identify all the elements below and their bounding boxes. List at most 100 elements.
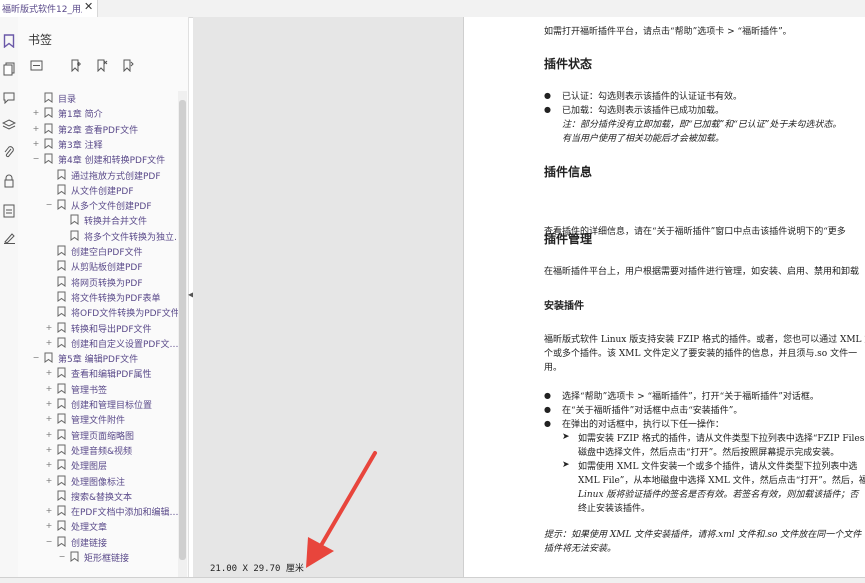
bookmark-label[interactable]: 转换和导出PDF文件 <box>71 322 152 335</box>
bookmark-item[interactable]: + 查看和编辑PDF属性 <box>18 366 178 381</box>
bookmark-item[interactable]: + 处理文章 <box>18 519 178 534</box>
bookmark-label[interactable]: 创建链接 <box>71 536 107 549</box>
bookmark-label[interactable]: 处理音频&视频 <box>71 444 132 457</box>
bookmark-item[interactable]: + 第1章 简介 <box>18 106 178 121</box>
bookmark-item[interactable]: 从文件创建PDF <box>18 183 178 198</box>
bookmark-item[interactable]: 将文件转换为PDF表单 <box>18 290 178 305</box>
bookmark-item[interactable]: + 管理书签 <box>18 382 178 397</box>
bookmark-label[interactable]: 管理页面缩略图 <box>71 429 134 442</box>
expand-icon[interactable]: + <box>45 400 53 408</box>
page-thumbnails-icon[interactable] <box>1 61 17 77</box>
bookmark-item[interactable]: − 第4章 创建和转换PDF文件 <box>18 152 178 167</box>
bookmark-label[interactable]: 处理图层 <box>71 459 107 472</box>
bookmark-label[interactable]: 将OFD文件转换为PDF文件 <box>71 306 178 319</box>
bookmark-item[interactable]: − 创建链接 <box>18 535 178 550</box>
bookmark-label[interactable]: 管理书签 <box>71 383 107 396</box>
bookmark-label[interactable]: 第1章 简介 <box>58 107 103 120</box>
bookmark-label[interactable]: 第3章 注释 <box>58 138 103 151</box>
security-lock-icon[interactable] <box>1 173 17 189</box>
attachments-icon[interactable] <box>1 145 17 161</box>
expand-bookmark-icon[interactable] <box>120 57 136 73</box>
expand-icon[interactable]: + <box>32 139 40 148</box>
expand-icon[interactable]: + <box>45 323 53 332</box>
document-tab-title[interactable]: 福昕版式软件12_用户… <box>2 2 82 15</box>
bookmark-label[interactable]: 在PDF文档中添加和编辑… <box>71 505 178 518</box>
bookmark-label[interactable]: 创建空白PDF文件 <box>71 245 143 258</box>
bookmark-item[interactable]: − 第5章 编辑PDF文件 <box>18 351 178 366</box>
comments-icon[interactable] <box>1 89 17 105</box>
bookmark-item[interactable]: 将OFD文件转换为PDF文件 <box>18 305 178 320</box>
collapse-icon[interactable]: − <box>32 155 40 163</box>
bookmark-label[interactable]: 转换并合并文件 <box>84 214 147 227</box>
add-bookmark-icon[interactable] <box>68 57 84 73</box>
bookmark-label[interactable]: 搜索&替换文本 <box>71 490 132 503</box>
bookmark-item[interactable]: + 第2章 查看PDF文件 <box>18 122 178 137</box>
bookmark-item[interactable]: 将多个文件转换为独立… <box>18 229 178 244</box>
bookmark-item[interactable]: 创建空白PDF文件 <box>18 244 178 259</box>
bookmark-label[interactable]: 第2章 查看PDF文件 <box>58 123 138 136</box>
collapse-icon[interactable]: − <box>45 201 53 209</box>
collapse-icon[interactable]: − <box>45 537 53 546</box>
bookmark-item[interactable]: + 创建和自定义设置PDF文… <box>18 336 178 351</box>
bookmark-label[interactable]: 创建和管理目标位置 <box>71 398 152 411</box>
bookmark-item[interactable]: + 处理音频&视频 <box>18 443 178 458</box>
bookmark-item[interactable]: + 转换和导出PDF文件 <box>18 321 178 336</box>
bookmark-label[interactable]: 矩形框链接 <box>84 551 129 564</box>
expand-icon[interactable]: + <box>45 522 53 530</box>
bookmark-label[interactable]: 从多个文件创建PDF <box>71 199 152 212</box>
bookmark-panel-icon[interactable] <box>1 33 17 49</box>
collapse-icon[interactable]: − <box>32 354 40 362</box>
bookmark-item[interactable]: 从剪贴板创建PDF <box>18 259 178 274</box>
bookmark-item[interactable]: + 第3章 注释 <box>18 137 178 152</box>
bookmark-item[interactable]: 通过拖放方式创建PDF <box>18 168 178 183</box>
expand-icon[interactable]: + <box>45 338 53 347</box>
bookmark-label[interactable]: 从剪贴板创建PDF <box>71 260 143 273</box>
bookmark-item[interactable]: 目录 <box>18 91 178 106</box>
bookmark-label[interactable]: 将网页转换为PDF <box>71 276 143 289</box>
bookmark-label[interactable]: 查看和编辑PDF属性 <box>71 367 152 380</box>
expand-icon[interactable]: + <box>45 430 53 439</box>
bookmark-label[interactable]: 将多个文件转换为独立… <box>84 230 178 243</box>
bookmark-item[interactable]: + 创建和管理目标位置 <box>18 397 178 412</box>
expand-icon[interactable]: + <box>45 461 53 469</box>
expand-icon[interactable]: + <box>45 476 53 485</box>
layers-icon[interactable] <box>1 117 17 133</box>
bookmark-options-icon[interactable] <box>28 57 44 73</box>
expand-icon[interactable]: + <box>45 507 53 515</box>
bookmark-label[interactable]: 目录 <box>58 92 76 105</box>
bookmark-item[interactable]: − 从多个文件创建PDF <box>18 198 178 213</box>
expand-icon[interactable]: + <box>45 384 53 393</box>
ofd-icon[interactable] <box>1 203 17 219</box>
bookmark-item[interactable]: + 管理文件附件 <box>18 412 178 427</box>
expand-icon[interactable]: + <box>45 445 53 454</box>
bookmark-item[interactable]: + 在PDF文档中添加和编辑… <box>18 504 178 519</box>
expand-icon[interactable]: + <box>45 369 53 377</box>
bookmark-label[interactable]: 处理文章 <box>71 520 107 533</box>
document-tab[interactable]: 福昕版式软件12_用户… ✕ <box>0 0 98 17</box>
bookmark-item[interactable]: + 管理页面缩略图 <box>18 428 178 443</box>
collapse-icon[interactable]: − <box>58 553 66 561</box>
bookmark-label[interactable]: 处理图像标注 <box>71 475 125 488</box>
bookmark-label[interactable]: 从文件创建PDF <box>71 184 134 197</box>
bookmark-label[interactable]: 通过拖放方式创建PDF <box>71 169 161 182</box>
bookmark-item[interactable]: 搜索&替换文本 <box>18 489 178 504</box>
bookmark-icon <box>57 536 66 547</box>
bookmark-label[interactable]: 管理文件附件 <box>71 413 125 426</box>
bookmark-item[interactable]: + 处理图层 <box>18 458 178 473</box>
expand-icon[interactable]: + <box>32 109 40 117</box>
scrollbar-thumb[interactable] <box>179 100 186 560</box>
bookmark-label[interactable]: 第5章 编辑PDF文件 <box>58 352 138 365</box>
bookmark-item[interactable]: 将网页转换为PDF <box>18 275 178 290</box>
delete-bookmark-icon[interactable] <box>94 57 110 73</box>
expand-icon[interactable]: + <box>32 124 40 133</box>
expand-icon[interactable]: + <box>45 415 53 423</box>
bookmark-label[interactable]: 创建和自定义设置PDF文… <box>71 337 178 350</box>
bookmark-item[interactable]: + 处理图像标注 <box>18 474 178 489</box>
bookmark-item[interactable]: − 矩形框链接 <box>18 550 178 565</box>
bookmark-label[interactable]: 第4章 创建和转换PDF文件 <box>58 153 165 166</box>
signature-icon[interactable] <box>1 229 17 245</box>
close-tab-icon[interactable]: ✕ <box>84 0 93 13</box>
bookmark-scrollbar[interactable] <box>178 91 187 577</box>
bookmark-label[interactable]: 将文件转换为PDF表单 <box>71 291 161 304</box>
bookmark-item[interactable]: 转换并合并文件 <box>18 213 178 228</box>
